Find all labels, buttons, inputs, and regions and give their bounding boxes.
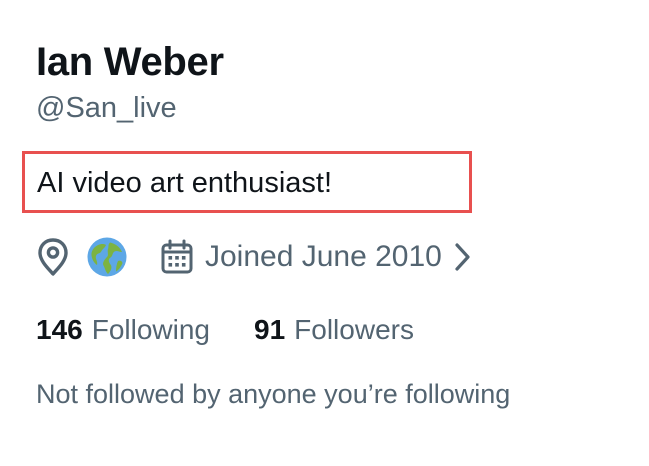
globe-emoji-icon (86, 236, 128, 278)
following-label: Following (91, 314, 210, 345)
profile-meta-row: Joined June 2010 (36, 236, 474, 278)
location-pin-icon (36, 237, 70, 277)
display-name: Ian Weber (36, 40, 224, 84)
following-link[interactable]: 146 Following (36, 310, 210, 350)
user-handle: @San_live (36, 92, 177, 124)
calendar-icon (160, 239, 194, 275)
followers-count: 91 (254, 314, 286, 345)
followers-label: Followers (294, 314, 414, 345)
following-count: 146 (36, 314, 83, 345)
follow-stats: 146 Following 91 Followers (36, 310, 414, 350)
followers-link[interactable]: 91 Followers (254, 310, 414, 350)
joined-date: Joined June 2010 (205, 240, 442, 273)
bio-highlight-box: AI video art enthusiast! (22, 151, 472, 213)
chevron-right-icon[interactable] (452, 240, 474, 274)
followed-by-text: Not followed by anyone you’re following (36, 379, 511, 409)
bio-text: AI video art enthusiast! (37, 167, 332, 199)
profile-header: Ian Weber @San_live AI video art enthusi… (22, 36, 636, 409)
